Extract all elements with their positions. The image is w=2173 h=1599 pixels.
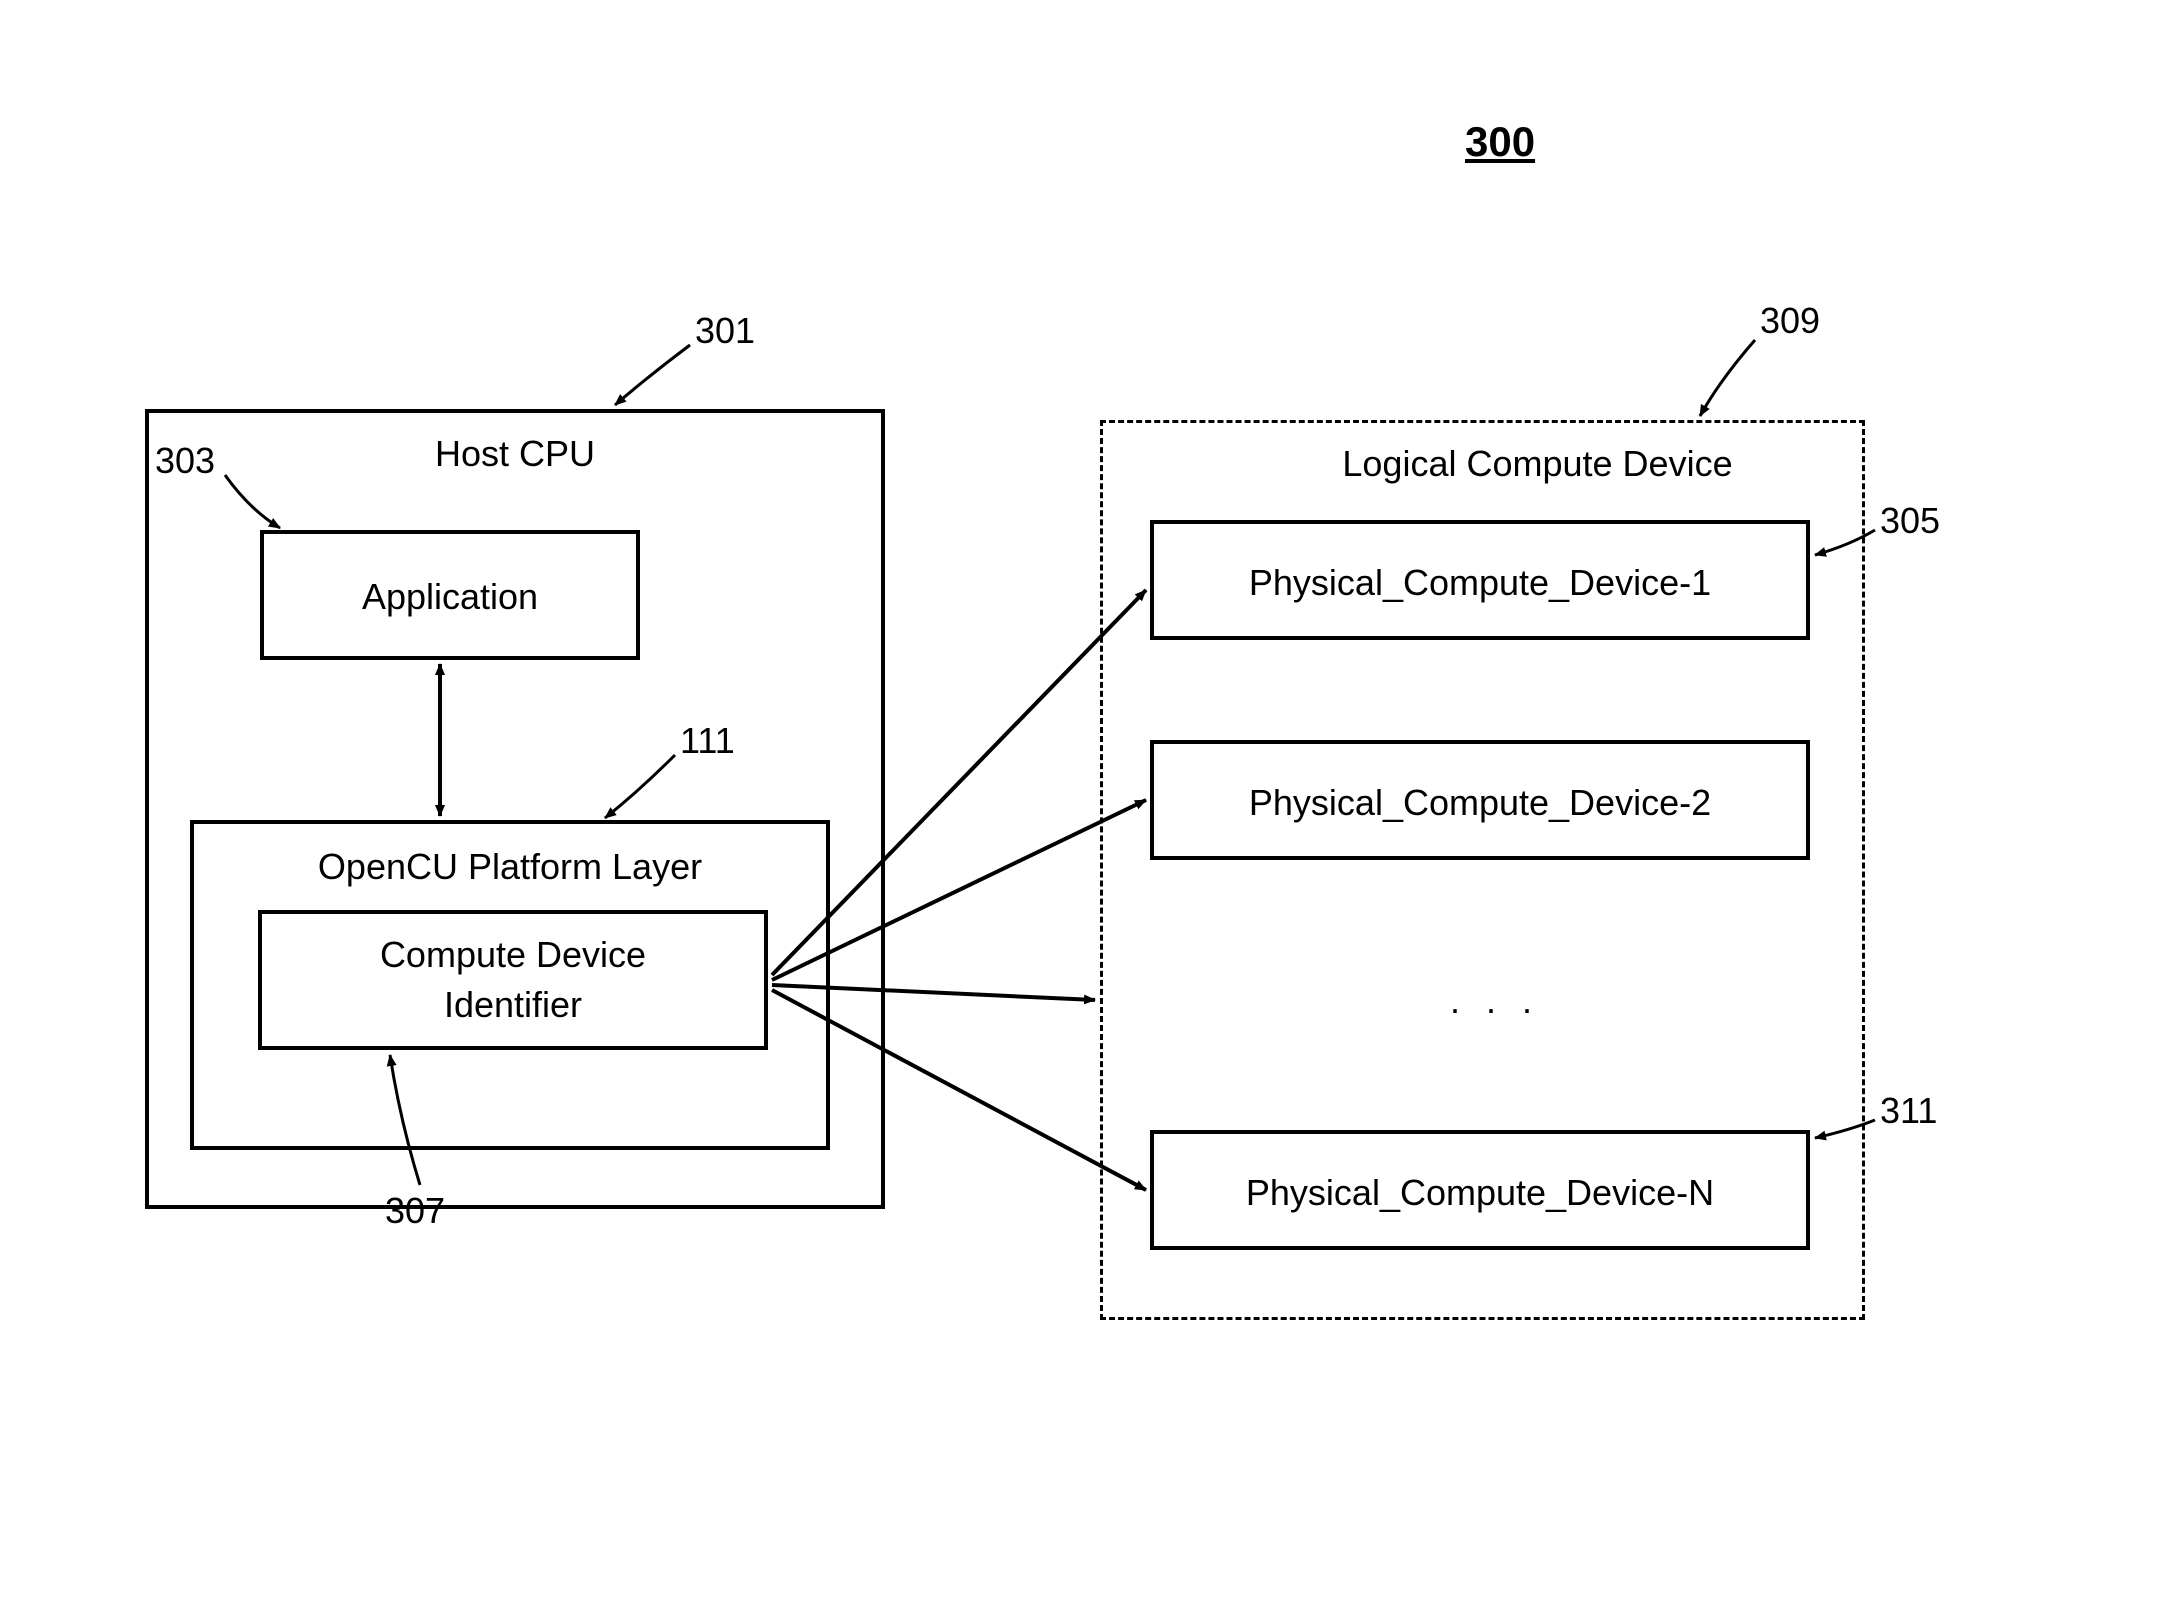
ref-307: 307 — [385, 1190, 445, 1232]
ref-309: 309 — [1760, 300, 1820, 342]
figure-number: 300 — [1465, 118, 1535, 166]
ellipsis: . . . — [1450, 980, 1540, 1022]
diagram-canvas: 300 Host CPU Application OpenCU Platform… — [0, 0, 2173, 1599]
ref-303: 303 — [155, 440, 215, 482]
leader-301 — [615, 345, 690, 405]
physical-device-2-label: Physical_Compute_Device-2 — [1154, 782, 1806, 824]
compute-device-identifier-line1: Compute Device — [262, 934, 764, 976]
compute-device-identifier-box: Compute Device Identifier — [258, 910, 768, 1050]
physical-device-1-box: Physical_Compute_Device-1 — [1150, 520, 1810, 640]
leader-309 — [1700, 340, 1755, 416]
platform-layer-label: OpenCU Platform Layer — [194, 846, 826, 888]
logical-compute-device-title: Logical Compute Device — [1233, 443, 1842, 485]
application-label: Application — [264, 576, 636, 618]
physical-device-1-label: Physical_Compute_Device-1 — [1154, 562, 1806, 604]
compute-device-identifier-line2: Identifier — [262, 984, 764, 1026]
physical-device-n-box: Physical_Compute_Device-N — [1150, 1130, 1810, 1250]
physical-device-2-box: Physical_Compute_Device-2 — [1150, 740, 1810, 860]
ref-111: 111 — [680, 720, 735, 762]
ref-305: 305 — [1880, 500, 1940, 542]
physical-device-n-label: Physical_Compute_Device-N — [1154, 1172, 1806, 1214]
ref-311: 311 — [1880, 1090, 1937, 1132]
host-cpu-title: Host CPU — [149, 433, 881, 475]
ref-301: 301 — [695, 310, 755, 352]
application-box: Application — [260, 530, 640, 660]
